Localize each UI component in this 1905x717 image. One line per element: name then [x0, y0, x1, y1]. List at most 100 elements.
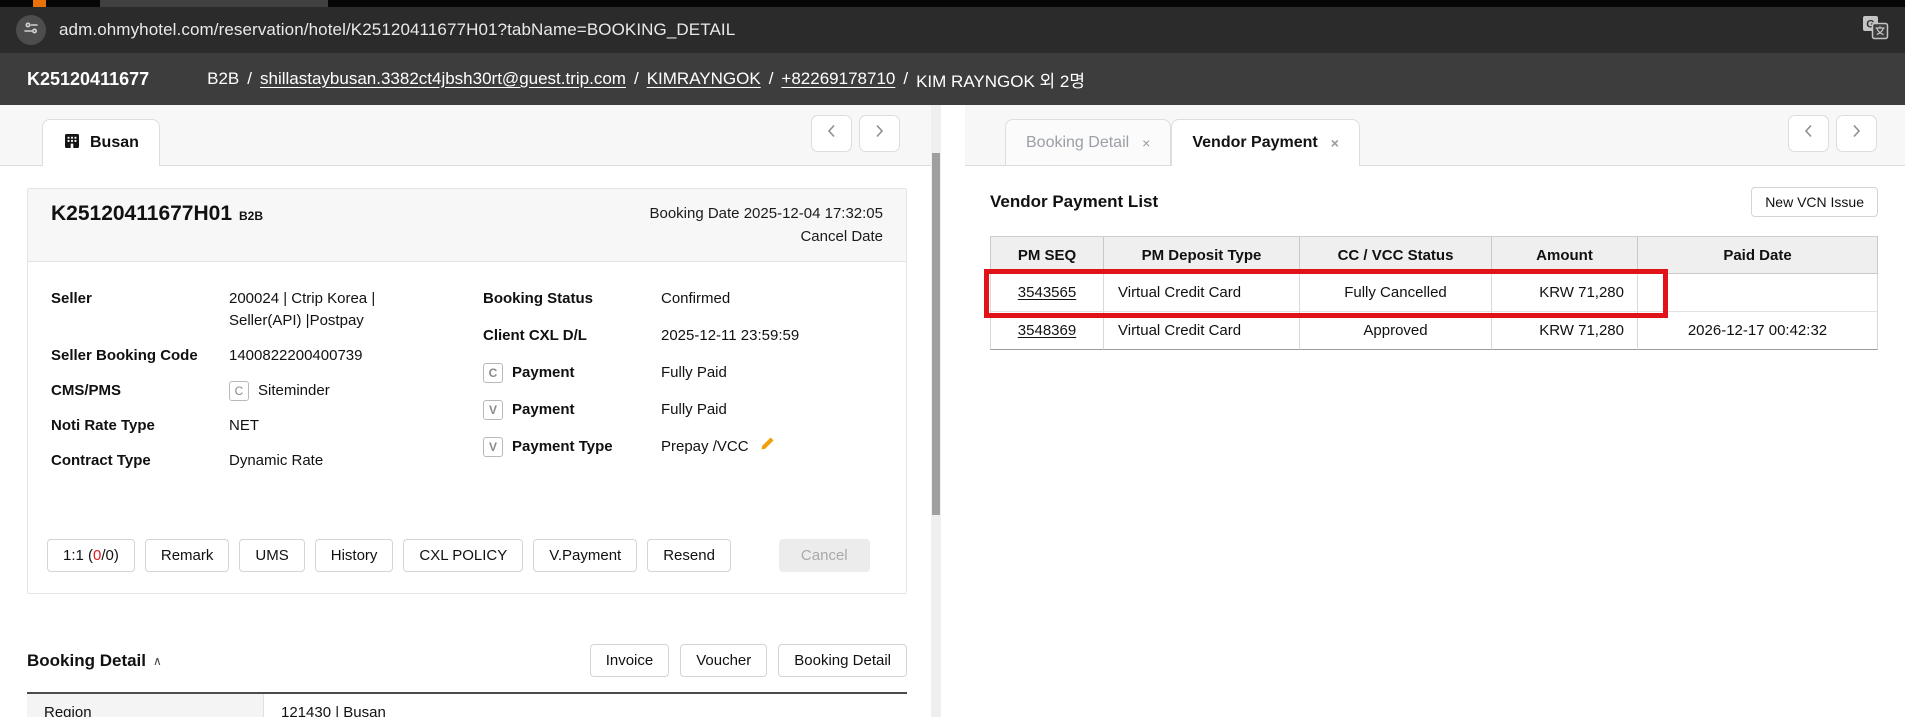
field-value: C Siteminder	[229, 380, 330, 402]
pencil-icon	[760, 436, 775, 458]
scrollbar-thumb[interactable]	[932, 153, 940, 515]
payment-label: Payment	[512, 401, 575, 418]
tab-booking-detail[interactable]: Booking Detail ×	[1005, 119, 1172, 166]
guest-phone-link[interactable]: +82269178710	[781, 69, 895, 89]
field-label: Seller	[51, 290, 92, 307]
close-icon[interactable]: ×	[1142, 135, 1150, 151]
one-to-one-button[interactable]: 1:1 (0/0)	[47, 539, 135, 572]
tab-prev-button[interactable]	[811, 115, 852, 152]
field-value: NET	[229, 417, 259, 434]
field-v-payment-type: V Payment Type Prepay /VCC	[483, 436, 883, 458]
separator: /	[633, 69, 639, 88]
tab-next-button[interactable]	[1836, 115, 1877, 152]
left-panel-scrollbar[interactable]	[931, 105, 941, 717]
tab-fragment	[100, 0, 328, 7]
booking-number: K25120411677H01	[51, 202, 233, 225]
tab-next-button[interactable]	[859, 115, 900, 152]
collapse-up-icon[interactable]: ∧	[153, 654, 162, 668]
column-header-cc-vcc-status: CC / VCC Status	[1300, 236, 1492, 274]
invoice-button[interactable]: Invoice	[589, 644, 670, 677]
cancel-button[interactable]: Cancel	[778, 539, 870, 572]
booking-detail-title[interactable]: Booking Detail	[27, 651, 146, 671]
vendor-payment-header: Vendor Payment List New VCN Issue	[990, 187, 1878, 217]
b2b-badge: B2B	[239, 209, 264, 223]
hotel-tabstrip: Busan	[0, 105, 931, 166]
table-cell-amount: KRW 71,280	[1492, 274, 1638, 312]
chevron-left-icon	[827, 124, 836, 143]
booking-date-label: Booking Date	[649, 205, 740, 222]
tab-booking-detail-label: Booking Detail	[1026, 133, 1130, 151]
booking-summary-card: K25120411677H01 B2B Booking Date 2025-12-…	[27, 188, 907, 594]
payment-label: Payment	[512, 364, 575, 381]
close-icon[interactable]: ×	[1331, 135, 1339, 151]
field-seller-booking-code: Seller Booking Code 1400822200400739	[51, 345, 483, 367]
edit-payment-type-button[interactable]	[760, 436, 775, 458]
booking-detail-table: Region 121430 | Busan	[27, 692, 907, 717]
browser-url-bar: adm.ohmyhotel.com/reservation/hotel/K251…	[0, 7, 1905, 53]
guest-code-link[interactable]: KIMRAYNGOK	[647, 69, 761, 89]
field-client-cxl: Client CXL D/L 2025-12-11 23:59:59	[483, 325, 883, 347]
vendor-payment-grid: PM SEQ PM Deposit Type CC / VCC Status A…	[990, 236, 1878, 350]
right-panel: Booking Detail × Vendor Payment × Vendor…	[965, 105, 1905, 717]
column-header-pm-seq: PM SEQ	[990, 236, 1104, 274]
booking-detail-button[interactable]: Booking Detail	[778, 644, 907, 677]
field-value: Fully Paid	[661, 364, 727, 381]
booking-card-header: K25120411677H01 B2B Booking Date 2025-12-…	[28, 189, 906, 262]
tab-busan[interactable]: Busan	[42, 119, 160, 166]
vendor-payment-table: PM SEQ PM Deposit Type CC / VCC Status A…	[984, 236, 1878, 350]
table-cell-cc-vcc-status: Fully Cancelled	[1300, 274, 1492, 312]
field-label: V Payment Type	[483, 436, 661, 458]
left-panel: Busan K25120411677H01 B2B Booking Date 2…	[0, 105, 931, 717]
chevron-left-icon	[1804, 124, 1813, 143]
voucher-button[interactable]: Voucher	[680, 644, 768, 677]
field-value: 200024 | Ctrip Korea | Seller(API) |Post…	[229, 290, 376, 329]
chevron-right-icon	[875, 124, 884, 143]
field-label: V Payment	[483, 399, 661, 421]
guest-name: KIM RAYNGOK 외 2명	[916, 71, 1085, 91]
detail-tabstrip: Booking Detail × Vendor Payment ×	[965, 105, 1905, 166]
remark-button[interactable]: Remark	[144, 539, 230, 572]
field-seller: Seller 200024 | Ctrip Korea | Seller(API…	[51, 288, 483, 332]
field-label: Client CXL D/L	[483, 327, 587, 344]
table-cell-deposit-type: Virtual Credit Card	[1104, 274, 1300, 312]
v-payment-button[interactable]: V.Payment	[533, 539, 638, 572]
new-vcn-issue-button[interactable]: New VCN Issue	[1751, 187, 1878, 217]
history-button[interactable]: History	[314, 539, 394, 572]
guest-info-line: B2B / shillastaybusan.3382ct4jbsh30rt@gu…	[207, 67, 1085, 92]
c-badge: C	[229, 381, 249, 401]
panel-divider	[941, 105, 965, 717]
table-cell-pm-seq: 3543565	[990, 274, 1104, 312]
field-label: Booking Status	[483, 290, 594, 307]
column-header-amount: Amount	[1492, 236, 1638, 274]
field-label: C Payment	[483, 362, 661, 384]
ums-button[interactable]: UMS	[239, 539, 305, 572]
cancel-date-label: Cancel Date	[800, 228, 883, 245]
pm-seq-link[interactable]: 3548369	[1018, 322, 1076, 339]
guest-email-link[interactable]: shillastaybusan.3382ct4jbsh30rt@guest.tr…	[260, 69, 626, 89]
tab-vendor-payment[interactable]: Vendor Payment ×	[1171, 119, 1360, 166]
cxl-policy-button[interactable]: CXL POLICY	[403, 539, 524, 572]
vendor-payment-panel: Vendor Payment List New VCN Issue PM SEQ…	[965, 166, 1905, 717]
resend-button[interactable]: Resend	[647, 539, 731, 572]
field-c-payment: C Payment Fully Paid	[483, 362, 883, 384]
pm-seq-link[interactable]: 3543565	[1018, 284, 1076, 301]
booking-card-body: Seller 200024 | Ctrip Korea | Seller(API…	[28, 262, 906, 485]
field-contract-type: Contract Type Dynamic Rate	[51, 450, 483, 472]
tune-icon	[23, 20, 39, 41]
tab-prev-button[interactable]	[1788, 115, 1829, 152]
table-cell-paid-date: 2026-12-17 00:42:32	[1638, 312, 1878, 350]
reservation-id: K25120411677	[27, 68, 150, 89]
right-tab-nav	[1788, 115, 1877, 152]
table-cell-deposit-type: Virtual Credit Card	[1104, 312, 1300, 350]
separator: /	[903, 69, 909, 88]
translate-icon: G	[1862, 15, 1889, 45]
field-value: Fully Paid	[661, 401, 727, 418]
field-value: 1400822200400739	[229, 347, 363, 364]
column-header-deposit-type: PM Deposit Type	[1104, 236, 1300, 274]
browser-tab-strip	[0, 0, 1905, 7]
table-cell-cc-vcc-status: Approved	[1300, 312, 1492, 350]
site-settings-button[interactable]	[16, 15, 46, 45]
translate-button[interactable]: G	[1862, 15, 1889, 45]
address-bar-url[interactable]: adm.ohmyhotel.com/reservation/hotel/K251…	[59, 20, 735, 40]
table-cell-pm-seq: 3548369	[990, 312, 1104, 350]
